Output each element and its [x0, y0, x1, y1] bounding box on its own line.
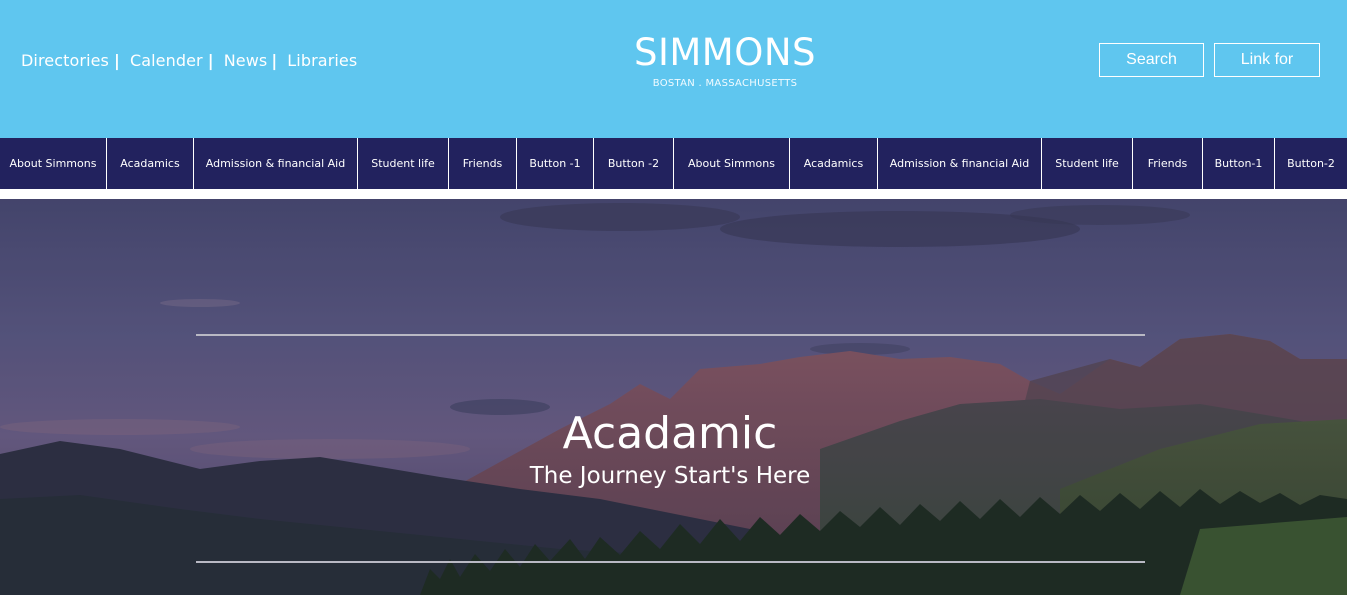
nav-item-admission-financial-aid[interactable]: Admission & financial Aid — [878, 138, 1042, 189]
nav-item-admission-financial-aid[interactable]: Admission & financial Aid — [194, 138, 358, 189]
nav-item-acadamics[interactable]: Acadamics — [107, 138, 194, 189]
nav-item-button-1[interactable]: Button -1 — [517, 138, 594, 189]
link-separator: | — [114, 50, 120, 70]
hero-title: Acadamic — [562, 408, 778, 459]
nav-item-friends[interactable]: Friends — [449, 138, 517, 189]
link-separator: | — [271, 50, 278, 70]
nav-item-about-simmons[interactable]: About Simmons — [0, 138, 107, 189]
hero-subtitle: The Journey Start's Here — [529, 463, 811, 489]
hero-divider-top — [196, 334, 1145, 336]
brand-title[interactable]: SIMMONS — [622, 33, 828, 73]
link-libraries[interactable]: Libraries — [287, 51, 357, 70]
nav-item-button-1[interactable]: Button-1 — [1203, 138, 1275, 189]
hero-banner: Acadamic The Journey Start's Here — [0, 199, 1347, 595]
utility-links: Directories | Calender | News | Librarie… — [21, 48, 357, 72]
link-separator: | — [207, 50, 214, 70]
site-header: Directories | Calender | News | Librarie… — [0, 0, 1347, 138]
nav-item-student-life[interactable]: Student life — [1042, 138, 1133, 189]
nav-item-acadamics[interactable]: Acadamics — [790, 138, 878, 189]
nav-item-friends[interactable]: Friends — [1133, 138, 1203, 189]
link-calender[interactable]: Calender — [130, 51, 203, 70]
hero-landscape-image — [0, 199, 1347, 595]
nav-item-about-simmons[interactable]: About Simmons — [674, 138, 790, 189]
brand-subtitle: BOSTAN . MASSACHUSETTS — [652, 78, 798, 89]
main-nav: About Simmons Acadamics Admission & fina… — [0, 138, 1347, 189]
nav-spacer — [0, 189, 1347, 199]
search-button[interactable]: Search — [1099, 43, 1204, 77]
link-for-button[interactable]: Link for — [1214, 43, 1320, 77]
link-directories[interactable]: Directories — [21, 51, 109, 70]
nav-item-button-2[interactable]: Button-2 — [1275, 138, 1347, 189]
link-news[interactable]: News — [224, 51, 268, 70]
nav-item-student-life[interactable]: Student life — [358, 138, 449, 189]
nav-item-button-2[interactable]: Button -2 — [594, 138, 674, 189]
hero-divider-bottom — [196, 561, 1145, 563]
